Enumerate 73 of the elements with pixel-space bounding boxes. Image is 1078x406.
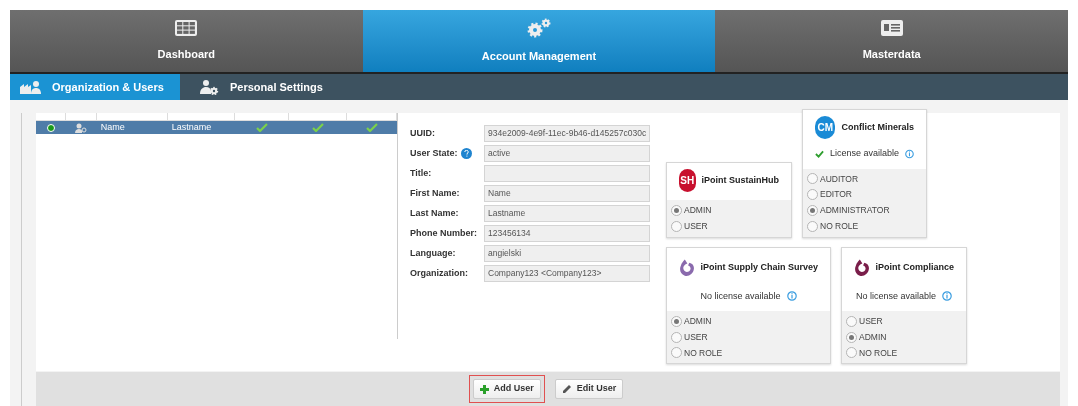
product-badge: SH [679, 169, 696, 192]
check-icon [366, 123, 379, 132]
role-label: NO ROLE [684, 346, 723, 360]
product-badge: CM [815, 116, 836, 139]
role-label: NO ROLE [820, 219, 859, 233]
role-label: ADMINISTRATOR [820, 204, 890, 217]
gears-icon [526, 17, 552, 38]
info-icon[interactable] [942, 291, 952, 302]
nav-tab[interactable]: Masterdata [715, 10, 1068, 72]
text-field[interactable]: 123456134 [484, 225, 650, 242]
pencil-icon [561, 384, 572, 394]
product-title: iPoint Supply Chain Survey [700, 260, 818, 274]
user-key-icon [75, 122, 88, 133]
field-label: Title: [410, 166, 432, 180]
license-status: No license available [855, 289, 936, 303]
table-cell-text: Name [99, 120, 126, 134]
text-field[interactable]: active [484, 145, 650, 162]
field-label: Phone Number: [410, 226, 477, 240]
help-icon[interactable] [460, 148, 472, 159]
role-label: ADMIN [684, 204, 712, 217]
info-icon[interactable] [905, 148, 914, 159]
role-label: USER [684, 330, 708, 344]
role-label: ADMIN [684, 315, 712, 328]
role-label: ADMIN [859, 330, 887, 344]
role-label: USER [684, 219, 708, 233]
field-label: First Name: [410, 186, 460, 200]
product-title: iPoint SustainHub [701, 173, 779, 187]
field-label: Organization: [410, 266, 468, 280]
person-gear-icon [200, 79, 220, 95]
radio-button[interactable] [671, 331, 682, 343]
check-icon [312, 123, 325, 132]
factory-person-icon [20, 80, 42, 94]
text-field[interactable]: Name [484, 185, 650, 202]
edit-user-button[interactable]: Edit User [554, 379, 624, 399]
product-title: Conflict Minerals [841, 120, 914, 134]
table-cell-text: Lastname [170, 120, 213, 134]
field-label: Language: [410, 246, 456, 260]
radio-button[interactable] [846, 331, 857, 343]
plus-icon [479, 384, 489, 394]
license-status: No license available [700, 289, 781, 303]
table-row[interactable]: Name Lastname [36, 121, 397, 134]
text-field[interactable]: Lastname [484, 205, 650, 222]
license-status: License available [829, 147, 899, 160]
text-field[interactable] [484, 165, 650, 182]
text-field[interactable]: 934e2009-4e9f-11ec-9b46-d145257c030c [484, 125, 650, 142]
info-icon[interactable] [786, 291, 797, 302]
radio-button[interactable] [807, 220, 818, 232]
role-label: EDITOR [820, 188, 852, 201]
radio-button[interactable] [671, 347, 682, 359]
role-label: NO ROLE [859, 346, 898, 360]
radio-button[interactable] [846, 347, 857, 359]
radio-button[interactable] [807, 189, 818, 201]
nav-tab[interactable]: Account Management [362, 10, 716, 72]
radio-button[interactable] [846, 315, 857, 327]
nav-tab[interactable]: Dashboard [10, 10, 363, 72]
radio-button[interactable] [671, 220, 682, 232]
product-title: iPoint Compliance [875, 260, 954, 274]
field-label: Last Name: [410, 206, 459, 220]
radio-button[interactable] [671, 204, 682, 216]
field-label: User State: [410, 146, 458, 160]
radio-button[interactable] [807, 173, 818, 185]
text-field[interactable]: angielski [484, 245, 650, 262]
radio-button[interactable] [671, 315, 682, 327]
field-label: UUID: [410, 126, 435, 140]
role-label: AUDITOR [820, 172, 859, 186]
grid-icon [175, 19, 198, 36]
check-icon [256, 123, 269, 132]
text-field[interactable]: Company123 <Company123> [484, 265, 650, 282]
role-label: USER [859, 315, 883, 328]
add-user-button[interactable]: Add User [472, 379, 541, 399]
radio-button[interactable] [807, 204, 818, 216]
id-card-icon [880, 19, 903, 36]
sub-tab[interactable]: Personal Settings [190, 74, 333, 100]
